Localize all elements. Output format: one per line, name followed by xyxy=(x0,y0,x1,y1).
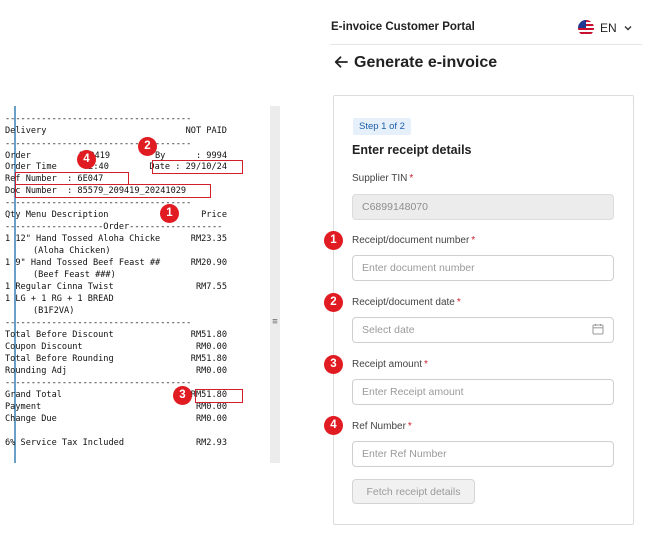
calendar-icon[interactable] xyxy=(592,323,604,335)
step-badge-2: 2 xyxy=(138,137,157,156)
step-badge-3: 3 xyxy=(324,355,343,374)
receipt-separator: ------------------------------------ xyxy=(5,114,192,124)
step-badge-2: 2 xyxy=(324,293,343,312)
receipt-change-row: Change Due RM0.00 xyxy=(5,414,227,424)
ref-number-input[interactable] xyxy=(352,441,614,467)
us-flag-icon xyxy=(578,20,594,36)
receipt-item-line: 1 12" Hand Tossed Aloha Chicke RM23.35 xyxy=(5,234,227,244)
receipt-item-subline: (Beef Feast ###) xyxy=(33,270,116,280)
ref-number-label: Ref Number * xyxy=(352,421,412,432)
receipt-separator: ------------------------------------ xyxy=(5,139,192,149)
step-badge-4: 4 xyxy=(77,150,96,169)
receipt-payment-row: Payment RM0.00 xyxy=(5,402,227,412)
chevron-down-icon xyxy=(624,26,632,31)
highlight-box-doc-number xyxy=(15,184,211,198)
portal-title: E-invoice Customer Portal xyxy=(331,21,475,33)
receipt-separator: ------------------------------------ xyxy=(5,378,192,388)
supplier-tin-field xyxy=(352,194,614,220)
receipt-total-row: Total Before Discount RM51.80 xyxy=(5,330,227,340)
step-indicator: Step 1 of 2 xyxy=(353,118,411,135)
receipt-total-row: Total Before Rounding RM51.80 xyxy=(5,354,227,364)
language-selector[interactable]: EN xyxy=(578,19,633,37)
receipt-total-row: Coupon Discount RM0.00 xyxy=(5,342,227,352)
receipt-item-subline: (B1F2VA) xyxy=(33,306,75,316)
order-label: Order xyxy=(5,151,31,161)
delivery-label: Delivery xyxy=(5,126,47,136)
receipt-amount-label: Receipt amount * xyxy=(352,359,428,370)
page-title: Generate e-invoice xyxy=(354,54,498,71)
grand-total-label: Grand Total xyxy=(5,390,62,400)
back-arrow-icon[interactable] xyxy=(333,54,349,70)
receipt-date-input[interactable] xyxy=(352,317,614,343)
receipt-item-subline: (Aloha Chicken) xyxy=(33,246,111,256)
section-title: Enter receipt details xyxy=(352,143,472,157)
highlight-box-grand-total xyxy=(195,389,243,403)
step-badge-3: 3 xyxy=(173,386,192,405)
scrollbar-grip-icon[interactable]: ≡ xyxy=(271,317,279,327)
language-code: EN xyxy=(600,21,617,35)
receipt-item-line: 1 LG + 1 RG + 1 BREAD xyxy=(5,294,114,304)
receipt-separator: ------------------------------------ xyxy=(5,318,192,328)
supplier-tin-label: Supplier TIN * xyxy=(352,173,414,184)
receipt-separator: ------------------------------------ xyxy=(5,198,192,208)
receipt-item-line: 1 Regular Cinna Twist RM7.55 xyxy=(5,282,227,292)
receipt-tax-row: 6% Service Tax Included RM2.93 xyxy=(5,438,227,448)
receipt-delivery-row: Delivery NOT PAID xyxy=(5,126,227,137)
step-badge-1: 1 xyxy=(324,231,343,250)
receipt-number-input[interactable] xyxy=(352,255,614,281)
receipt-amount-input[interactable] xyxy=(352,379,614,405)
payment-status: NOT PAID xyxy=(185,126,227,136)
receipt-item-line: 1 9" Hand Tossed Beef Feast ## RM20.90 xyxy=(5,258,227,268)
step-badge-1: 1 xyxy=(160,204,179,223)
step-badge-4: 4 xyxy=(324,416,343,435)
receipt-column-header: Qty Menu Description Price xyxy=(5,210,227,220)
highlight-box-date xyxy=(152,160,243,174)
receipt-date-label: Receipt/document date * xyxy=(352,297,461,308)
fetch-receipt-button[interactable]: Fetch receipt details xyxy=(352,479,475,504)
receipt-grand-total-row: Grand Total RM51.80 xyxy=(5,390,227,401)
receipt-total-row: Rounding Adj RM0.00 xyxy=(5,366,227,376)
receipt-scrollbar[interactable]: ≡ xyxy=(270,106,280,463)
receipt-order-divider: -------------------Order----------------… xyxy=(5,222,223,232)
header-divider xyxy=(330,44,642,45)
receipt-number-label: Receipt/document number * xyxy=(352,235,476,246)
